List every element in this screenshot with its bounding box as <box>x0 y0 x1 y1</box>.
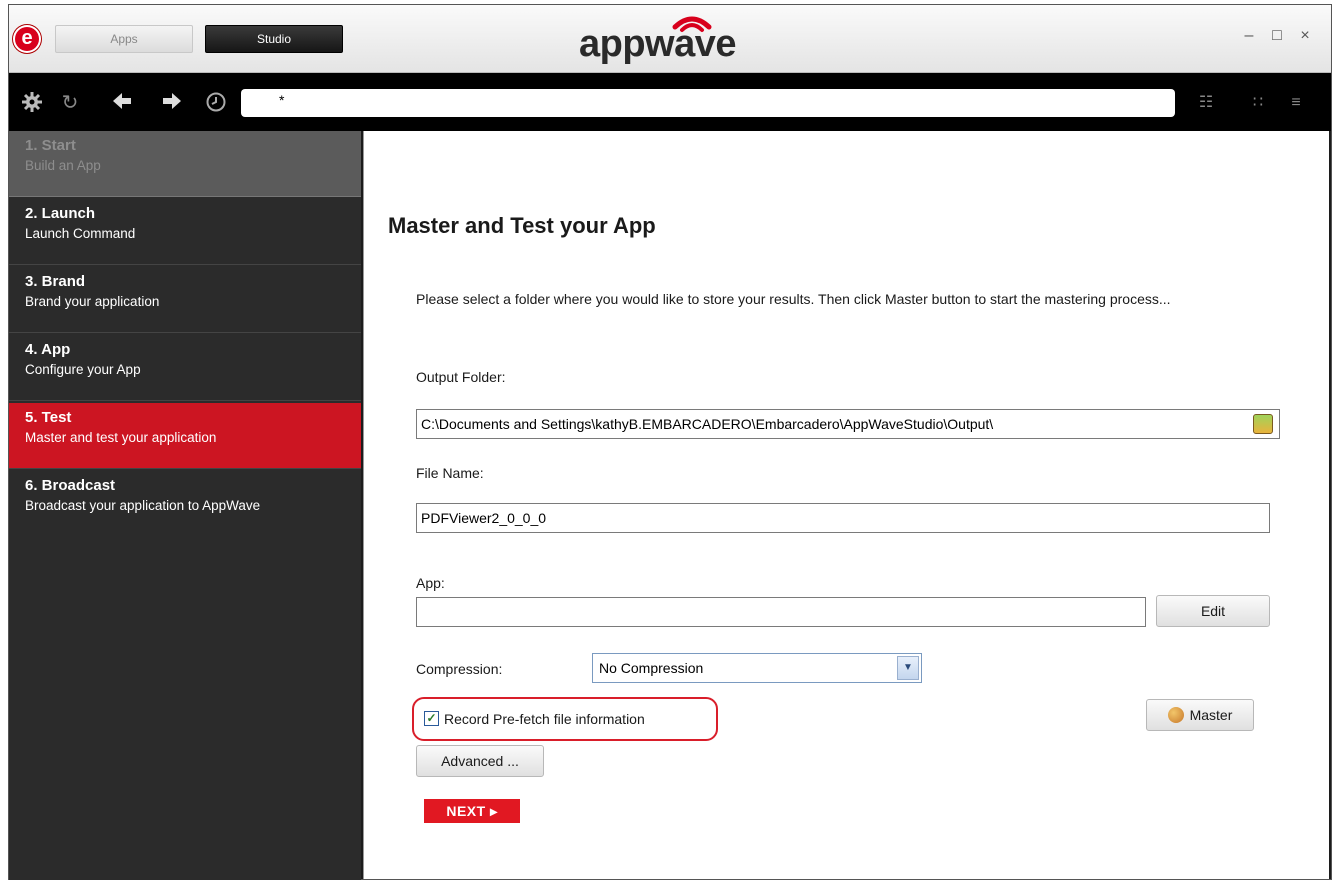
step-brand[interactable]: 3. Brand Brand your application <box>9 267 361 333</box>
step-test[interactable]: 5. Test Master and test your application <box>9 403 361 469</box>
brand-name: appwave <box>579 23 737 65</box>
gear-icon[interactable] <box>19 91 45 115</box>
step-title: 5. Test <box>25 409 72 426</box>
step-start[interactable]: 1. Start Build an App <box>9 131 361 197</box>
master-button[interactable]: Master <box>1146 699 1254 731</box>
compression-label: Compression: <box>416 661 503 677</box>
tab-apps[interactable]: Apps <box>55 25 193 53</box>
step-title: 6. Broadcast <box>25 477 116 494</box>
close-button[interactable]: × <box>1295 27 1315 45</box>
title-bar: e Apps Studio appwave – □ × <box>9 5 1331 73</box>
step-launch[interactable]: 2. Launch Launch Command <box>9 199 361 265</box>
step-subtitle: Configure your App <box>25 362 141 377</box>
appwave-logo: appwave <box>579 11 799 67</box>
master-wizard-icon <box>1167 707 1184 723</box>
list-view-icon[interactable]: ☷ <box>1195 93 1217 113</box>
compression-select[interactable]: No Compression ▼ <box>592 653 922 683</box>
file-name-label: File Name: <box>416 465 484 481</box>
instructions-text: Please select a folder where you would l… <box>416 291 1171 307</box>
compression-selected-value: No Compression <box>599 660 704 676</box>
app-field[interactable] <box>416 597 1146 627</box>
address-bar-input[interactable]: * <box>241 89 1175 117</box>
step-title: 4. App <box>25 341 71 358</box>
step-subtitle: Master and test your application <box>25 430 217 445</box>
forward-arrow-icon[interactable] <box>159 91 185 115</box>
grid-view-icon[interactable]: ∷ <box>1247 93 1269 113</box>
step-subtitle: Broadcast your application to AppWave <box>25 498 261 513</box>
app-window: e Apps Studio appwave – □ × ↻ * ☷ ∷ ≡ 1.… <box>8 4 1332 880</box>
page-title: Master and Test your App <box>388 213 656 238</box>
file-name-field[interactable]: PDFViewer2_0_0_0 <box>416 503 1270 533</box>
history-clock-icon[interactable] <box>203 91 229 115</box>
edit-button[interactable]: Edit <box>1156 595 1270 627</box>
prefetch-label[interactable]: Record Pre-fetch file information <box>444 711 645 727</box>
output-folder-field[interactable]: C:\Documents and Settings\kathyB.EMBARCA… <box>416 409 1280 439</box>
step-app[interactable]: 4. App Configure your App <box>9 335 361 401</box>
step-subtitle: Launch Command <box>25 226 136 241</box>
chevron-down-icon[interactable]: ▼ <box>897 656 919 680</box>
next-button[interactable]: NEXT ▸ <box>424 799 520 823</box>
minimize-button[interactable]: – <box>1239 27 1259 45</box>
maximize-button[interactable]: □ <box>1267 27 1287 45</box>
refresh-icon[interactable]: ↻ <box>57 91 83 115</box>
back-arrow-icon[interactable] <box>109 91 135 115</box>
master-button-label: Master <box>1189 707 1233 723</box>
output-folder-label: Output Folder: <box>416 369 506 385</box>
prefetch-checkbox[interactable]: ✓ <box>424 711 439 726</box>
menu-icon[interactable]: ≡ <box>1285 93 1307 113</box>
embarcadero-logo-icon: e <box>13 25 41 53</box>
step-subtitle: Brand your application <box>25 294 160 309</box>
step-title: 3. Brand <box>25 273 86 290</box>
advanced-button[interactable]: Advanced ... <box>416 745 544 777</box>
toolbar: ↻ * ☷ ∷ ≡ <box>9 73 1331 131</box>
main-content: Master and Test your App Please select a… <box>363 131 1329 879</box>
browse-folder-icon[interactable] <box>1253 414 1273 434</box>
app-label: App: <box>416 575 445 591</box>
step-title: 2. Launch <box>25 205 96 222</box>
tab-studio[interactable]: Studio <box>205 25 343 53</box>
step-broadcast[interactable]: 6. Broadcast Broadcast your application … <box>9 471 361 537</box>
step-title: 1. Start <box>25 137 76 154</box>
wizard-steps-sidebar: 1. Start Build an App 2. Launch Launch C… <box>9 131 361 880</box>
output-folder-value: C:\Documents and Settings\kathyB.EMBARCA… <box>421 416 994 432</box>
step-subtitle: Build an App <box>25 158 101 173</box>
